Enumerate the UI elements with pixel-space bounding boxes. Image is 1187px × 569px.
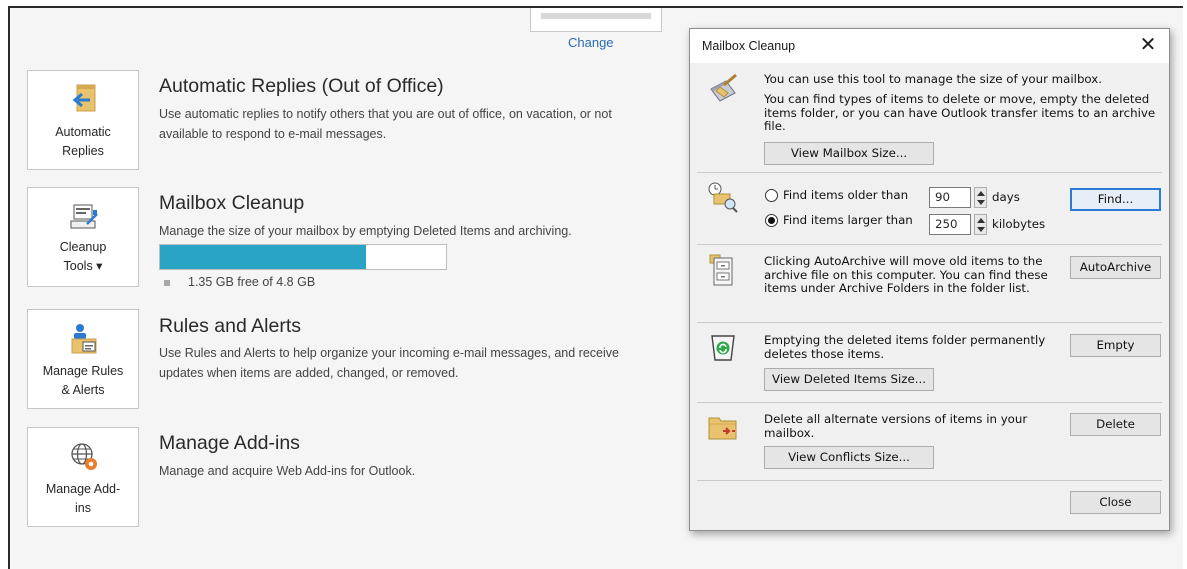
intro-line-2: You can find types of items to delete or… (764, 92, 1156, 133)
find-larger-label: Find items larger than (783, 213, 913, 227)
separator (697, 244, 1162, 245)
automatic-replies-tile[interactable]: Automatic Replies (27, 70, 139, 170)
manage-addins-tile[interactable]: Manage Add- ins (27, 427, 139, 527)
mailbox-cleanup-description: Manage the size of your mailbox by empty… (159, 224, 572, 238)
find-larger-radio[interactable] (765, 214, 778, 227)
automatic-replies-icon (72, 84, 96, 112)
mailbox-cleanup-title: Mailbox Cleanup (159, 192, 305, 214)
view-deleted-items-size-button[interactable]: View Deleted Items Size... (764, 368, 934, 391)
larger-kb-spinner[interactable] (974, 214, 987, 235)
older-days-spinner[interactable] (974, 187, 987, 208)
delete-button[interactable]: Delete (1070, 413, 1161, 436)
empty-button[interactable]: Empty (1070, 334, 1161, 357)
rules-alerts-description: Use Rules and Alerts to help organize yo… (159, 346, 619, 380)
automatic-replies-description: Use automatic replies to notify others t… (159, 107, 612, 141)
separator (697, 322, 1162, 323)
mailbox-cleanup-dialog: Mailbox Cleanup ✕ You can use this tool … (689, 28, 1170, 531)
deleted-items-text: Emptying the deleted items folder perman… (764, 333, 1046, 361)
tile-label-line2: Replies (62, 144, 104, 158)
tile-label-line1: Manage Rules (42, 364, 124, 378)
older-days-input[interactable]: 90 (929, 187, 971, 208)
conflicts-folder-icon (708, 417, 737, 440)
separator (697, 480, 1162, 481)
recycle-bin-icon (711, 335, 735, 361)
find-button[interactable]: Find... (1070, 188, 1161, 211)
cleanup-broom-icon (710, 73, 737, 102)
tile-label-line1: Automatic (55, 125, 111, 139)
mailbox-storage-fill (160, 245, 366, 269)
storage-legend-square (164, 280, 170, 286)
dialog-titlebar[interactable]: Mailbox Cleanup ✕ (690, 29, 1169, 63)
larger-kb-unit: kilobytes (992, 217, 1046, 231)
automatic-replies-title: Automatic Replies (Out of Office) (159, 75, 444, 97)
mailbox-storage-bar (159, 244, 447, 270)
tile-label-line2: & Alerts (61, 383, 105, 397)
dialog-title: Mailbox Cleanup (702, 39, 796, 53)
manage-addins-description: Manage and acquire Web Add-ins for Outlo… (159, 464, 416, 478)
find-older-label: Find items older than (783, 188, 909, 202)
autoarchive-icon (709, 254, 733, 286)
manage-rules-alerts-tile[interactable]: Manage Rules & Alerts (27, 309, 139, 409)
rules-alerts-title: Rules and Alerts (159, 315, 301, 337)
tile-label-line2: ins (75, 501, 91, 515)
cleanup-tools-tile[interactable]: Cleanup Tools ▾ (27, 187, 139, 287)
change-link[interactable]: Change (568, 35, 614, 50)
conflicts-text: Delete all alternate versions of items i… (764, 412, 1028, 440)
globe-gear-icon (71, 443, 97, 470)
close-button[interactable]: Close (1070, 491, 1161, 514)
intro-line-1: You can use this tool to manage the size… (764, 72, 1103, 86)
older-days-unit: days (992, 190, 1020, 204)
tile-label-line2: Tools ▾ (63, 259, 103, 273)
cleanup-tools-icon (70, 204, 98, 229)
close-icon[interactable]: ✕ (1136, 34, 1160, 58)
account-picture-thumbnail (530, 8, 662, 32)
find-items-icon (708, 182, 738, 213)
view-mailbox-size-button[interactable]: View Mailbox Size... (764, 142, 934, 165)
autoarchive-text: Clicking AutoArchive will move old items… (764, 254, 1048, 295)
larger-kb-input[interactable]: 250 (929, 214, 971, 235)
tile-label-line1: Manage Add- (45, 482, 121, 496)
mailbox-storage-text: 1.35 GB free of 4.8 GB (188, 275, 316, 289)
separator (697, 402, 1162, 403)
separator (697, 172, 1162, 173)
view-conflicts-size-button[interactable]: View Conflicts Size... (764, 446, 934, 469)
find-older-radio[interactable] (765, 189, 778, 202)
tile-label-line1: Cleanup (59, 240, 107, 254)
rules-alerts-icon (71, 324, 97, 354)
manage-addins-title: Manage Add-ins (159, 432, 300, 454)
autoarchive-button[interactable]: AutoArchive (1070, 256, 1161, 279)
